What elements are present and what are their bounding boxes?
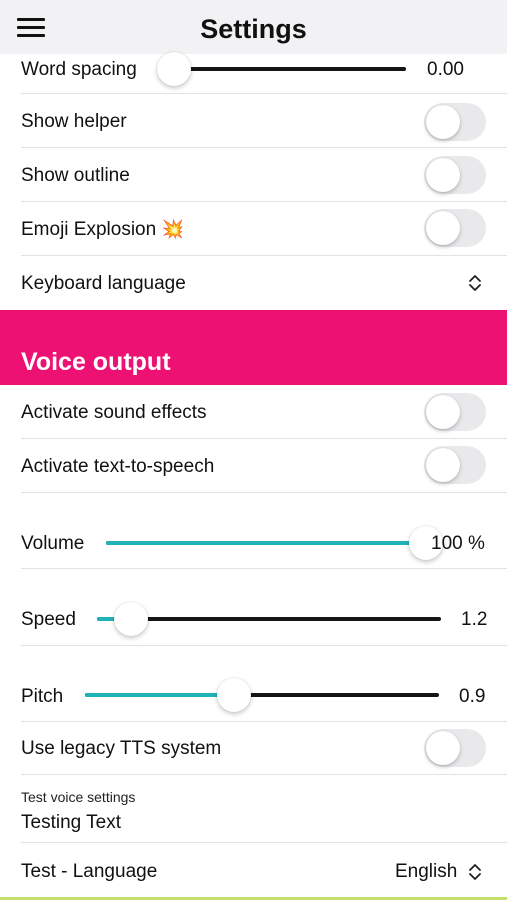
legacy-tts-label: Use legacy TTS system <box>21 738 222 759</box>
row-divider <box>21 492 507 493</box>
section-title: Voice output <box>21 348 171 376</box>
slider-track <box>162 67 406 71</box>
keyboard-language-label: Keyboard language <box>21 273 186 294</box>
show-outline-label: Show outline <box>21 165 130 186</box>
emoji-explosion-toggle[interactable] <box>424 209 486 247</box>
tts-toggle[interactable] <box>424 446 486 484</box>
speed-label: Speed <box>21 609 76 630</box>
test-voice-row[interactable]: Test voice settings Testing Text <box>0 776 507 843</box>
volume-value: 100 % <box>431 533 485 554</box>
row-divider <box>21 147 507 148</box>
test-voice-input[interactable]: Testing Text <box>21 812 121 834</box>
show-helper-row: Show helper <box>0 95 507 148</box>
slider-thumb[interactable] <box>114 602 149 636</box>
row-divider <box>21 438 507 439</box>
test-language-value[interactable]: English <box>395 861 457 883</box>
volume-label: Volume <box>21 533 85 554</box>
slider-thumb[interactable] <box>216 678 251 712</box>
show-outline-row: Show outline <box>0 149 507 202</box>
chevron-updown-icon[interactable] <box>468 862 482 882</box>
test-voice-label: Test voice settings <box>21 789 136 805</box>
row-divider <box>21 774 507 775</box>
row-divider <box>21 645 507 646</box>
pitch-label: Pitch <box>21 686 64 707</box>
emoji-explosion-text: Emoji Explosion <box>21 219 157 240</box>
word-spacing-row: Word spacing 0.00 <box>0 52 507 94</box>
toggle-knob <box>426 211 460 245</box>
word-spacing-value: 0.00 <box>427 59 464 80</box>
keyboard-language-row[interactable]: Keyboard language <box>0 257 507 310</box>
toggle-knob <box>426 448 460 482</box>
slider-thumb[interactable] <box>157 52 192 86</box>
legacy-tts-toggle[interactable] <box>424 729 486 767</box>
tts-row: Activate text-to-speech <box>0 440 507 493</box>
slider-fill <box>85 693 234 697</box>
emoji-explosion-row: Emoji Explosion 💥 <box>0 203 507 256</box>
volume-slider[interactable] <box>106 526 443 560</box>
sound-effects-toggle[interactable] <box>424 393 486 431</box>
pitch-slider[interactable] <box>85 678 439 712</box>
chevron-updown-icon[interactable] <box>468 273 482 293</box>
collision-emoji-icon: 💥 <box>161 219 184 239</box>
voice-output-section-header: Voice output <box>0 310 507 385</box>
navigation-header: Settings <box>0 0 507 54</box>
pitch-row: Pitch 0.9 <box>0 647 507 722</box>
test-language-row[interactable]: Test - Language English <box>0 844 507 897</box>
row-divider <box>21 842 507 843</box>
speed-slider[interactable] <box>97 602 441 636</box>
sound-effects-row: Activate sound effects <box>0 386 507 439</box>
volume-row: Volume 100 % <box>0 494 507 569</box>
show-helper-toggle[interactable] <box>424 103 486 141</box>
speed-value: 1.2 <box>461 609 488 630</box>
show-helper-label: Show helper <box>21 111 127 132</box>
tts-label: Activate text-to-speech <box>21 456 215 477</box>
row-divider <box>21 201 507 202</box>
row-divider <box>21 568 507 569</box>
slider-fill <box>106 541 426 545</box>
toggle-knob <box>426 395 460 429</box>
emoji-explosion-label: Emoji Explosion 💥 <box>21 219 184 241</box>
pitch-value: 0.9 <box>459 686 486 707</box>
page-title: Settings <box>200 14 307 44</box>
toggle-knob <box>426 105 460 139</box>
show-outline-toggle[interactable] <box>424 156 486 194</box>
test-language-label: Test - Language <box>21 861 158 882</box>
toggle-knob <box>426 158 460 192</box>
speed-row: Speed 1.2 <box>0 570 507 646</box>
word-spacing-slider[interactable] <box>157 52 406 86</box>
row-divider <box>21 93 507 94</box>
sound-effects-label: Activate sound effects <box>21 402 207 423</box>
word-spacing-label: Word spacing <box>21 59 137 80</box>
row-divider <box>21 721 507 722</box>
row-divider <box>21 255 507 256</box>
slider-track <box>97 617 441 621</box>
toggle-knob <box>426 731 460 765</box>
legacy-tts-row: Use legacy TTS system <box>0 723 507 775</box>
